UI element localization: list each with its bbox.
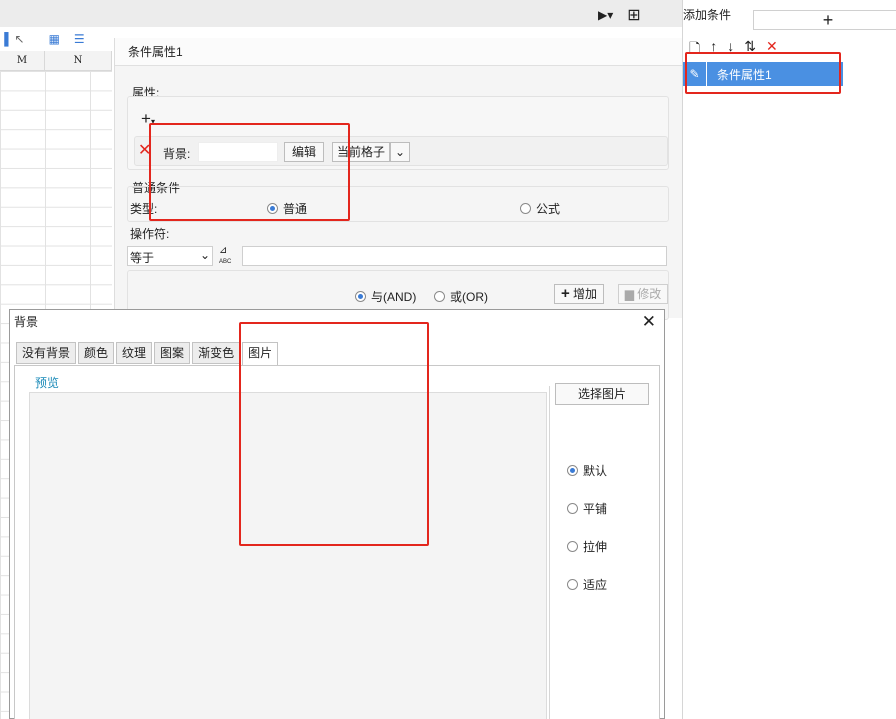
right-condition-panel: 添加条件 + 🗋 ↑ ↓ ⇅ ✕ ✎ 条件属性1 [683, 0, 896, 719]
layout-radio-tile[interactable]: 平铺 [567, 500, 607, 517]
layout-radio-fit[interactable]: 适应 [567, 576, 607, 593]
column-header-m[interactable]: M [0, 51, 45, 70]
add-button[interactable]: + 增加 [554, 284, 604, 304]
radio-selected-icon [355, 291, 366, 302]
tab-gradient[interactable]: 渐变色 [192, 342, 241, 364]
chevron-down-icon[interactable]: ⌄ [390, 142, 410, 162]
operator-select[interactable]: 等于 ⌄ [127, 246, 213, 266]
column-header-row: M N [0, 51, 112, 71]
top-toolbar: ▶▾ ⊞ [0, 0, 682, 27]
brush-icon[interactable]: ↖ [15, 32, 25, 46]
radio-icon [567, 503, 578, 514]
operator-value: 等于 [130, 251, 155, 265]
annotation-box-condition-item [685, 52, 841, 94]
choose-image-button[interactable]: 选择图片 [555, 383, 649, 405]
layout-icon[interactable]: ⊞ [627, 5, 640, 25]
operator-value-input[interactable] [242, 246, 667, 266]
list-icon[interactable]: ☰ [74, 32, 85, 46]
radio-icon [567, 579, 578, 590]
type-radio-formula[interactable]: 公式 [520, 200, 560, 217]
operator-label: 操作符: [130, 227, 170, 241]
tab-texture[interactable]: 纹理 [116, 342, 153, 364]
radio-icon [567, 541, 578, 552]
layout-radio-stretch[interactable]: 拉伸 [567, 538, 607, 555]
panel-title: 条件属性1 [115, 38, 682, 66]
modify-button[interactable]: ▆ 修改 [618, 284, 668, 304]
chevron-down-icon: ⌄ [199, 248, 210, 262]
plus-icon: + [560, 285, 570, 302]
layout-radio-default[interactable]: 默认 [567, 462, 607, 479]
tab-pattern[interactable]: 图案 [154, 342, 191, 364]
abc-format-icon[interactable]: ⊿ ABC [219, 246, 231, 267]
modify-icon: ▆ [624, 287, 634, 301]
radio-selected-icon [567, 465, 578, 476]
column-header-n[interactable]: N [45, 51, 112, 70]
add-condition-label: 添加条件 [683, 8, 732, 22]
radio-icon [434, 291, 445, 302]
or-radio[interactable]: 或(OR) [434, 288, 488, 305]
add-condition-button[interactable]: + [753, 10, 896, 30]
preview-label: 预览 [33, 374, 62, 391]
side-divider [549, 386, 550, 719]
annotation-box-background [149, 123, 350, 221]
tab-color[interactable]: 颜色 [78, 342, 115, 364]
annotation-box-image-tab [239, 322, 429, 546]
table-icon[interactable]: ▦ [49, 32, 60, 46]
radio-icon [520, 203, 531, 214]
and-radio[interactable]: 与(AND) [355, 288, 416, 305]
cell-style-icon[interactable]: ▐ [0, 32, 9, 46]
tab-no-background[interactable]: 没有背景 [16, 342, 77, 364]
close-icon[interactable]: ✕ [642, 312, 656, 332]
sheet-toolbar: ▐ ↖ ▦ ☰ [0, 27, 112, 51]
filter-dropdown-icon[interactable]: ▶▾ [598, 8, 613, 22]
